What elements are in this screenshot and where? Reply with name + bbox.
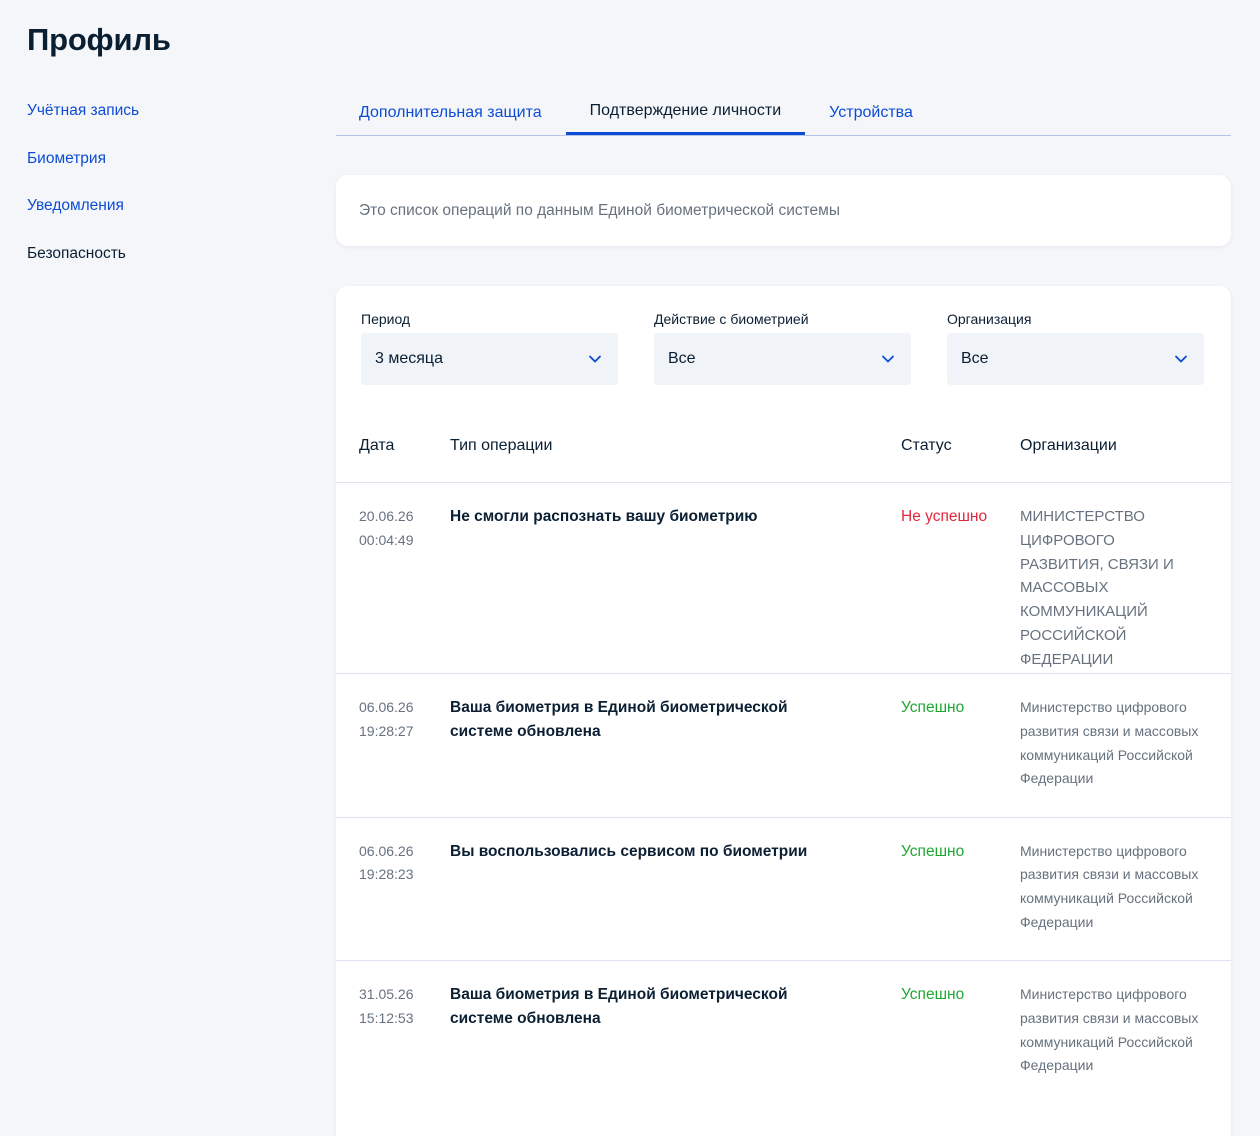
row-datetime: 06.06.26 19:28:27 [359,696,414,743]
row-datetime: 31.05.26 15:12:53 [359,983,414,1030]
filter-organization: Организация Все [947,310,1204,385]
sidebar-item-security[interactable]: Безопасность [27,243,287,291]
row-date: 06.06.26 [359,842,414,859]
table-row: 31.05.26 15:12:53 Ваша биометрия в Едино… [336,961,1231,1121]
row-operation-type: Ваша биометрия в Единой биометрической с… [450,986,788,1027]
row-time: 19:28:27 [359,722,414,739]
row-time: 15:12:53 [359,1009,414,1026]
filter-action-label: Действие с биометрией [654,311,809,327]
row-time: 19:28:23 [359,866,414,882]
row-operation-type: Не смогли распознать вашу биометрию [450,508,758,525]
period-select[interactable]: 3 месяца [361,333,618,385]
table-header: Дата Тип операции Статус Организации [336,426,1231,483]
organization-select-value: Все [961,350,989,367]
filters-bar: Период 3 месяца Действие с биометрией Вс… [361,310,1206,385]
row-organization: МИНИСТЕРСТВО ЦИФРОВОГО РАЗВИТИЯ, СВЯЗИ И… [1020,508,1174,668]
table-row: 06.06.26 19:28:27 Ваша биометрия в Едино… [336,674,1231,818]
row-date: 31.05.26 [359,986,414,1002]
status-badge: Успешно [901,986,965,1003]
column-header-type: Тип операции [450,437,553,454]
status-badge: Не успешно [901,508,988,525]
chevron-down-icon [881,352,895,366]
tab-bar: Дополнительная защита Подтверждение личн… [336,90,1231,136]
row-time: 00:04:49 [359,531,414,548]
filter-action: Действие с биометрией Все [654,310,911,385]
column-header-date: Дата [359,437,395,454]
sidebar-nav: Учётная запись Биометрия Уведомления Без… [27,100,287,290]
status-badge: Успешно [901,699,965,716]
chevron-down-icon [1174,352,1188,366]
info-text: Это список операций по данным Единой био… [359,201,840,219]
tab-identity-confirmation[interactable]: Подтверждение личности [565,90,806,135]
action-select-value: Все [668,350,696,367]
organization-select[interactable]: Все [947,333,1204,385]
row-date: 20.06.26 [359,508,414,524]
sidebar-item-notifications[interactable]: Уведомления [27,195,287,243]
page-title: Профиль [27,22,171,57]
table-row: 20.06.26 00:04:49 Не смогли распознать в… [336,483,1231,674]
sidebar-item-biometrics[interactable]: Биометрия [27,148,287,196]
table-row: 06.06.26 19:28:23 Вы воспользовались сер… [336,818,1231,961]
row-organization: Министерство цифрового развития связи и … [1020,699,1199,787]
row-date: 06.06.26 [359,699,414,715]
row-organization: Министерство цифрового развития связи и … [1020,842,1199,930]
operations-card: Период 3 месяца Действие с биометрией Вс… [336,286,1231,1136]
status-badge: Успешно [901,842,965,860]
tab-additional-protection[interactable]: Дополнительная защита [336,90,566,135]
action-select[interactable]: Все [654,333,911,385]
column-header-organizations: Организации [1020,437,1117,454]
operations-table: 20.06.26 00:04:49 Не смогли распознать в… [336,483,1231,1121]
row-operation-type: Вы воспользовались сервисом по биометрии [450,842,808,860]
row-operation-type: Ваша биометрия в Единой биометрической с… [450,699,788,740]
chevron-down-icon [588,352,602,366]
filter-period-label: Период [361,311,411,327]
row-datetime: 06.06.26 19:28:23 [359,840,414,887]
info-banner: Это список операций по данным Единой био… [336,175,1231,246]
column-header-status: Статус [901,437,952,454]
row-datetime: 20.06.26 00:04:49 [359,505,414,552]
sidebar-item-account[interactable]: Учётная запись [27,100,287,148]
row-organization: Министерство цифрового развития связи и … [1020,986,1199,1074]
period-select-value: 3 месяца [375,350,443,367]
filter-period: Период 3 месяца [361,310,618,385]
filter-organization-label: Организация [947,311,1032,327]
tab-devices[interactable]: Устройства [805,90,937,135]
